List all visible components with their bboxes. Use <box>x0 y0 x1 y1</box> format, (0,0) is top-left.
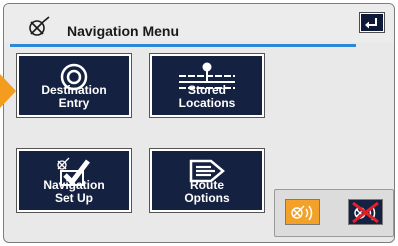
voice-guidance-mute-button[interactable] <box>348 199 383 225</box>
route-options-label: Route Options <box>184 178 230 205</box>
voice-guidance-toggle <box>274 189 394 237</box>
voice-guidance-on-button[interactable] <box>285 199 320 225</box>
header-bar: Navigation Menu <box>4 4 394 42</box>
stored-locations-button[interactable]: Stored Locations <box>150 54 264 117</box>
menu-frame: Navigation Menu Destination Entry Stored… <box>3 3 395 243</box>
page-title: Navigation Menu <box>67 23 180 39</box>
voice-guidance-on-icon <box>291 205 313 221</box>
back-arrow-icon <box>365 18 377 29</box>
navigation-setup-button[interactable]: Navigation Set Up <box>17 149 131 212</box>
back-button[interactable] <box>360 13 384 32</box>
destination-entry-label: Destination Entry <box>41 83 107 110</box>
destination-entry-button[interactable]: Destination Entry <box>17 54 131 117</box>
header-divider <box>10 44 356 47</box>
stored-locations-label: Stored Locations <box>178 83 236 110</box>
voice-guidance-muted-icon <box>352 201 379 224</box>
navigation-setup-label: Navigation Set Up <box>43 178 105 205</box>
route-options-button[interactable]: Route Options <box>150 149 264 212</box>
navigation-screen: Navigation Menu Destination Entry Stored… <box>0 0 398 246</box>
selection-pointer-icon <box>0 74 16 108</box>
compass-icon <box>29 16 50 36</box>
